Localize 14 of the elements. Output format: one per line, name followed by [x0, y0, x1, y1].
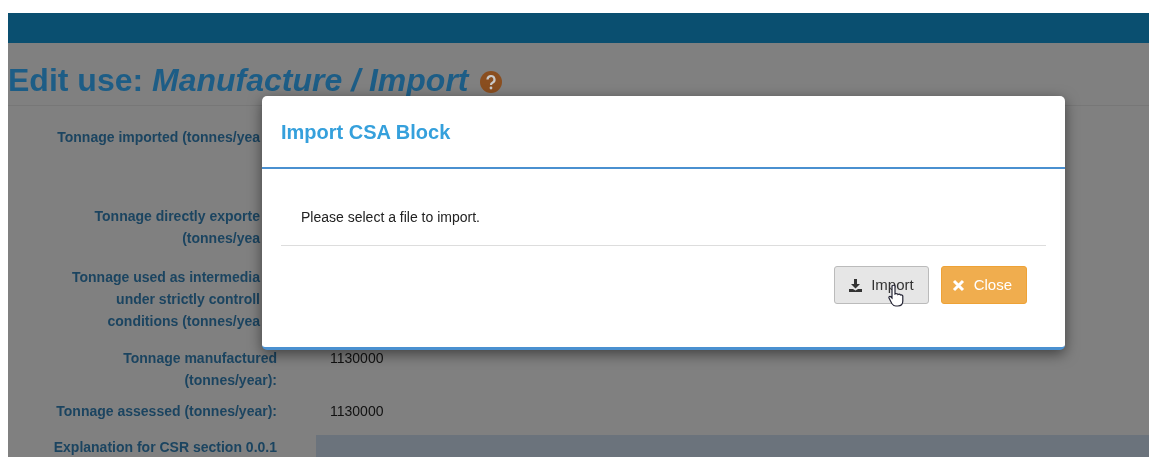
- dialog-title: Import CSA Block: [281, 120, 451, 145]
- field-label: Tonnage assessed (tonnes/year):: [55, 402, 277, 421]
- field-value: 1130000: [330, 402, 384, 421]
- field-label: Explanation for CSR section 0.0.1: [52, 439, 277, 457]
- close-icon: [951, 278, 965, 292]
- page-title: Edit use: Manufacture / Import: [8, 61, 469, 100]
- field-label: Tonnage imported (tonnes/yea: [56, 128, 260, 147]
- field-label: Tonnage directly exporte (tonnes/yea: [93, 207, 260, 248]
- field-label: Tonnage manufactured (tonnes/year):: [122, 349, 277, 390]
- help-icon[interactable]: [480, 71, 503, 93]
- download-icon: [849, 278, 863, 292]
- dialog-message: Please select a file to import.: [300, 208, 481, 227]
- field-label: Tonnage used as intermedia under strictly controll conditions (tonnes/yea: [71, 268, 260, 331]
- field-value: 1130000: [330, 349, 384, 368]
